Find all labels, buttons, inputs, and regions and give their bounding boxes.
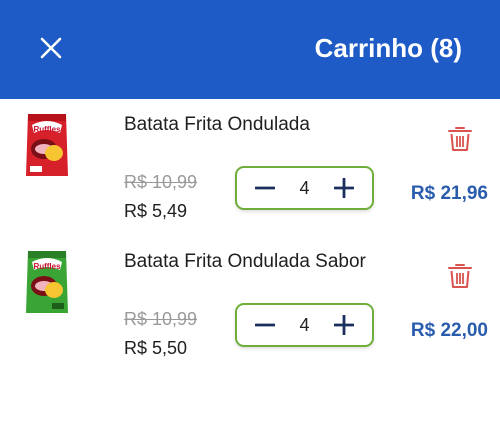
remove-item-button[interactable] <box>447 262 473 290</box>
brand-label: Ruffles <box>33 262 61 271</box>
old-price: R$ 10,99 <box>124 309 198 329</box>
decrease-button[interactable] <box>245 168 285 208</box>
item-total: R$ 21,96 <box>410 183 488 204</box>
minus-icon <box>255 186 275 190</box>
unit-price: R$ 5,49 <box>124 201 188 221</box>
close-icon <box>40 37 62 59</box>
plus-icon <box>334 315 354 335</box>
product-image: Ruffles <box>26 251 68 313</box>
product-name: Batata Frita Ondulada <box>124 114 310 135</box>
product-image: Ruffles <box>26 114 68 176</box>
cart-item: Ruffles Batata Frita Ondulada Sabor R$ 1… <box>0 236 500 372</box>
unit-price: R$ 5,50 <box>124 338 188 358</box>
minus-icon <box>255 323 275 327</box>
quantity-stepper: 4 <box>235 303 374 347</box>
quantity-value: 4 <box>299 178 310 198</box>
trash-icon <box>448 127 472 151</box>
remove-item-button[interactable] <box>447 125 473 153</box>
increase-button[interactable] <box>324 305 364 345</box>
item-total: R$ 22,00 <box>410 320 488 341</box>
increase-button[interactable] <box>324 168 364 208</box>
quantity-stepper: 4 <box>235 166 374 210</box>
brand-label: Ruffles <box>33 125 61 134</box>
close-button[interactable] <box>33 30 69 66</box>
decrease-button[interactable] <box>245 305 285 345</box>
quantity-value: 4 <box>299 315 310 335</box>
old-price: R$ 10,99 <box>124 172 198 192</box>
trash-icon <box>448 264 472 288</box>
plus-icon <box>334 178 354 198</box>
page-title: Carrinho (8) <box>314 33 462 63</box>
product-name: Batata Frita Ondulada Sabor <box>124 251 366 272</box>
app-header: Carrinho (8) <box>0 0 500 99</box>
cart-item: Ruffles Batata Frita Ondulada R$ 10,99 R… <box>0 99 500 235</box>
